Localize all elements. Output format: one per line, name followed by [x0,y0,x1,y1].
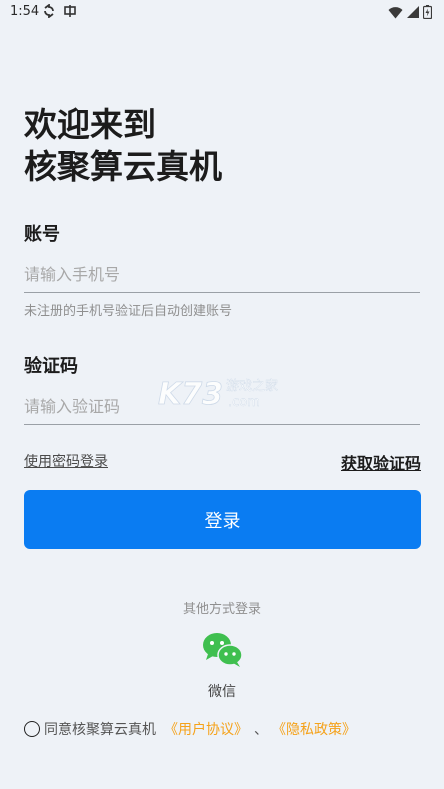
svg-text:游戏之家: 游戏之家 [226,378,278,394]
wechat-icon[interactable] [202,632,244,668]
password-login-link[interactable]: 使用密码登录 [24,451,108,471]
wifi-icon [388,6,403,18]
login-button[interactable]: 登录 [24,490,421,549]
account-hint: 未注册的手机号验证后自动创建账号 [24,304,233,319]
sync-icon [44,4,54,18]
status-time: 1:54 [10,4,40,19]
account-label: 账号 [24,224,60,245]
status-left-icons [42,4,77,18]
wechat-label: 微信 [208,684,236,700]
get-code-link[interactable]: 获取验证码 [341,450,421,474]
watermark-logo-icon: K73 游戏之家 .com [158,377,278,412]
welcome-line-1: 欢迎来到 [24,105,156,144]
agreement-separator: 、 [254,722,268,738]
status-right-icons [388,5,432,19]
other-login-title: 其他方式登录 [182,602,261,617]
agreement-checkbox[interactable] [24,721,40,737]
code-label: 验证码 [24,356,78,377]
status-bar: 1:54 [0,0,444,26]
notification-icon [64,5,76,17]
welcome-heading: 欢迎来到 核聚算云真机 [24,104,222,188]
agreement-row: 同意核聚算云真机 《用户协议》 、 《隐私政策》 [24,719,356,739]
privacy-policy-link[interactable]: 《隐私政策》 [272,719,356,739]
welcome-line-2: 核聚算云真机 [24,147,222,186]
agreement-prefix: 同意核聚算云真机 [44,722,156,738]
svg-text:.com: .com [228,395,260,410]
signal-icon [407,6,419,18]
svg-text:K73: K73 [158,377,223,412]
battery-icon [423,5,432,19]
phone-input[interactable] [24,256,420,293]
user-agreement-link[interactable]: 《用户协议》 [164,719,248,739]
